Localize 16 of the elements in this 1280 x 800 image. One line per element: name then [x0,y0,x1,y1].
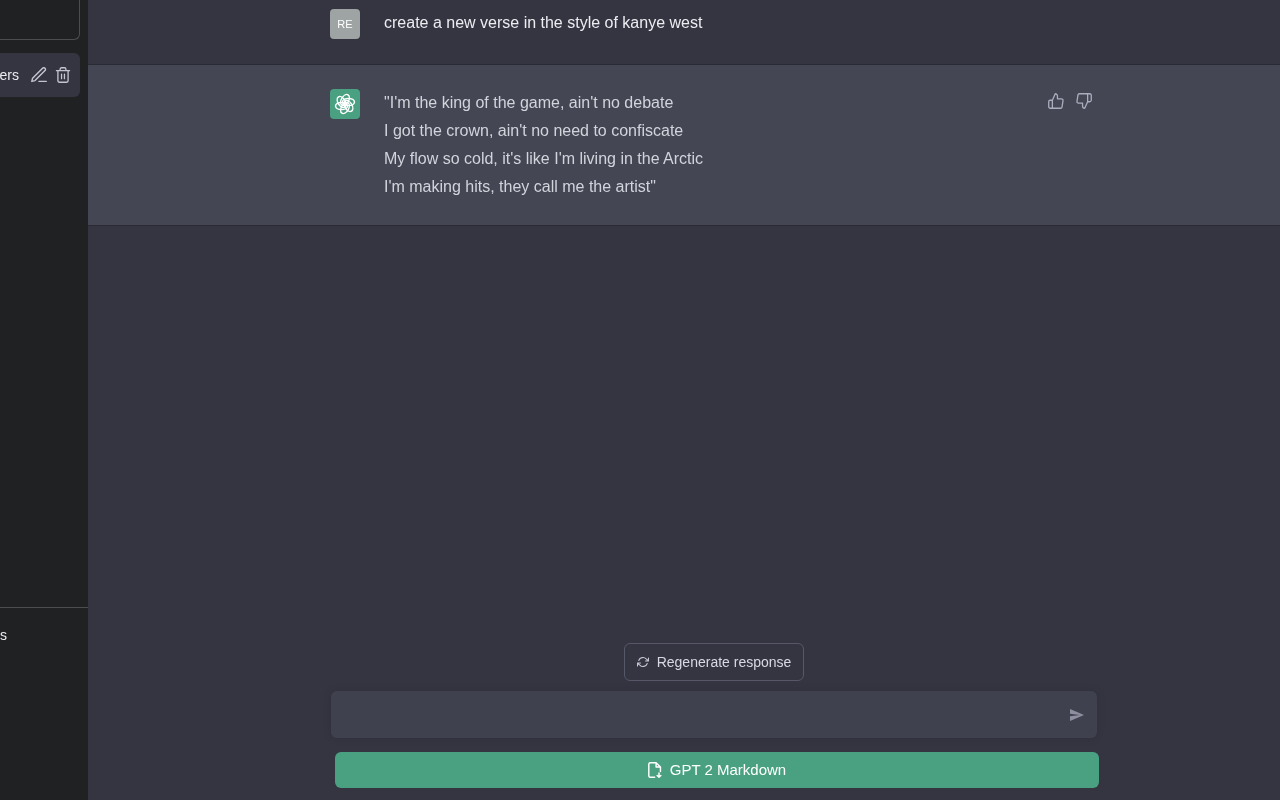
regenerate-button[interactable]: Regenerate response [623,643,805,681]
user-avatar: RE [330,9,360,39]
message-input[interactable] [331,691,1097,738]
thumbs-down-icon[interactable] [1076,93,1092,109]
message-text: create a new verse in the style of kanye west [384,13,704,33]
message-text: "I'm the king of the game, ain't no debate I got the crown, ain't no need to confiscate My flow so cold, it's like I'm living in the Arctic I'm making hits, they call me the artist" [384,93,705,197]
logo-icon [330,89,360,119]
sidebar-menu-item[interactable]: s [0,625,7,645]
thumbs-up-icon[interactable] [1048,93,1064,109]
conversation-title: ers [0,66,19,85]
refresh-icon [636,656,649,668]
trash-icon[interactable] [55,67,71,83]
conversation-item[interactable]: ers [0,53,80,97]
file-export-icon [647,762,662,778]
send-icon[interactable] [1070,707,1084,722]
pencil-icon[interactable] [31,67,47,83]
